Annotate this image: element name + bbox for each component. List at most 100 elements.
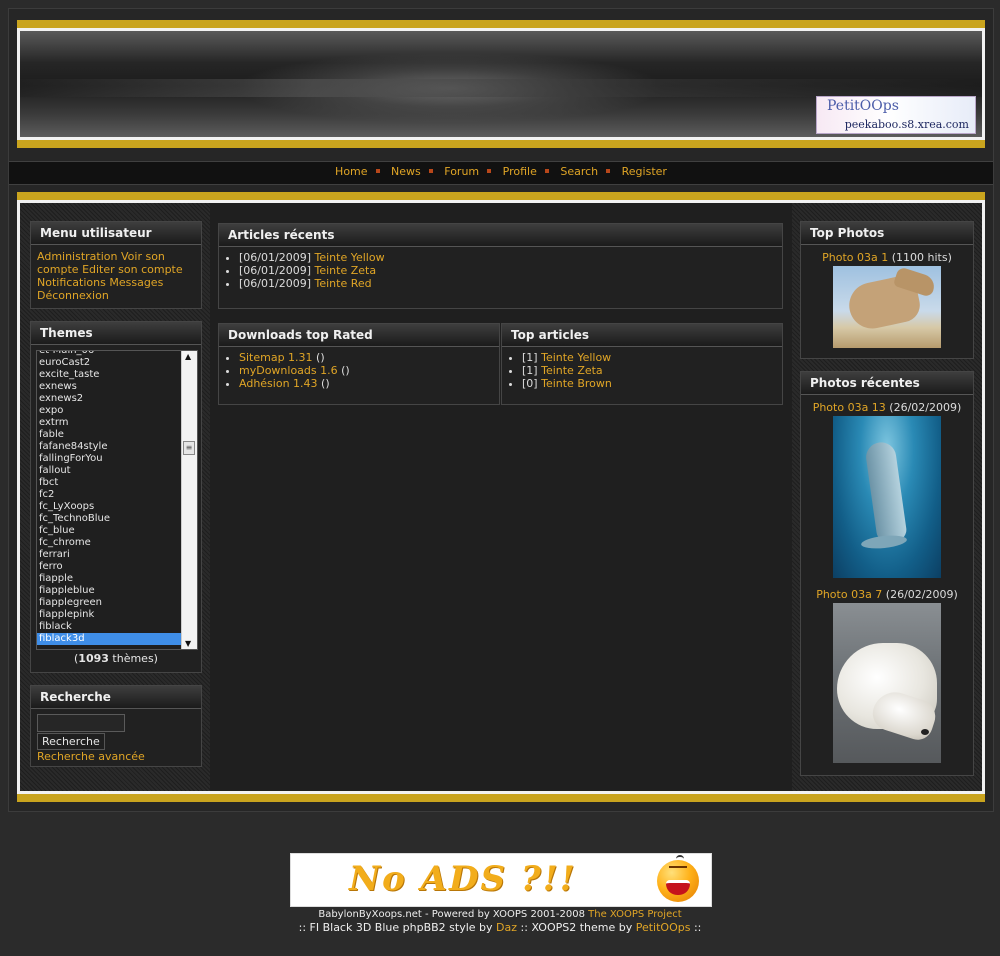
theme-option[interactable]: fafane84style	[37, 441, 181, 453]
theme-option[interactable]: euroCast2	[37, 357, 181, 369]
article-link[interactable]: Teinte Brown	[541, 377, 612, 390]
theme-option[interactable]: fc_LyXoops	[37, 501, 181, 513]
theme-option[interactable]: fable	[37, 429, 181, 441]
photo-caption: Photo 03a 7 (26/02/2009)	[801, 588, 973, 602]
download-link[interactable]: Sitemap 1.31	[239, 351, 313, 364]
photo-link[interactable]: Photo 03a 7	[816, 588, 882, 601]
page-wrapper: PetitOOps peekaboo.s8.xrea.com Home News…	[8, 8, 994, 812]
theme-option[interactable]: exnews2	[37, 393, 181, 405]
theme-option[interactable]: fiapplegreen	[37, 597, 181, 609]
footer-theme-credits: :: FI Black 3D Blue phpBB2 style by Daz …	[0, 921, 1000, 934]
theme-option[interactable]: fc_chrome	[37, 537, 181, 549]
download-link[interactable]: myDownloads 1.6	[239, 364, 338, 377]
article-date: [06/01/2009]	[239, 251, 311, 264]
theme-option[interactable]: fc2	[37, 489, 181, 501]
nav-separator-icon	[487, 169, 492, 173]
theme-option[interactable]: fc_TechnoBlue	[37, 513, 181, 525]
article-hits: [1]	[522, 364, 538, 377]
theme-option[interactable]: fiappleblue	[37, 585, 181, 597]
scroll-thumb[interactable]: ≡	[183, 441, 195, 455]
nav-forum[interactable]: Forum	[444, 162, 479, 182]
theme-option[interactable]: fiblack	[37, 621, 181, 633]
dolphin-photo-thumbnail[interactable]	[833, 416, 941, 578]
theme-option[interactable]: exnews	[37, 381, 181, 393]
nav-register[interactable]: Register	[622, 162, 667, 182]
downloads-title: Downloads top Rated	[219, 324, 499, 347]
theme-count-label: thèmes)	[108, 652, 158, 665]
photo-entry: Photo 03a 1 (1100 hits)	[801, 251, 973, 348]
article-link[interactable]: Teinte Yellow	[314, 251, 384, 264]
theme-option[interactable]: fiapple	[37, 573, 181, 585]
theme-option[interactable]: extrm	[37, 417, 181, 429]
nav-profile[interactable]: Profile	[503, 162, 537, 182]
article-link[interactable]: Teinte Red	[314, 277, 371, 290]
download-link[interactable]: Adhésion 1.43	[239, 377, 318, 390]
menu-link-messages[interactable]: Messages	[109, 276, 163, 289]
list-item: [06/01/2009] Teinte Zeta	[239, 264, 782, 277]
menu-link-editer-compte[interactable]: Editer son compte	[82, 263, 183, 276]
downloads-top-rated-block: Downloads top Rated Sitemap 1.31 () myDo…	[218, 323, 500, 405]
theme-list-scrollbar[interactable]: ▲ ≡ ▼	[181, 351, 197, 649]
theme-option[interactable]: excite_taste	[37, 369, 181, 381]
recent-articles-list: [06/01/2009] Teinte Yellow [06/01/2009] …	[219, 251, 782, 290]
xoops-project-link[interactable]: The XOOPS Project	[588, 909, 682, 920]
list-item: [1] Teinte Zeta	[522, 364, 782, 377]
list-item: Adhésion 1.43 ()	[239, 377, 499, 390]
scroll-down-arrow-icon[interactable]: ▼	[185, 639, 191, 648]
nav-separator-icon	[428, 169, 433, 173]
center-column: Articles récents [06/01/2009] Teinte Yel…	[210, 203, 792, 791]
advanced-search-link[interactable]: Recherche avancée	[37, 750, 145, 763]
theme-option[interactable]: expo	[37, 405, 181, 417]
main-nav: Home News Forum Profile Search Register	[9, 161, 993, 185]
theme-select-list[interactable]: et-Main_06 euroCast2 excite_taste exnews exn…	[36, 350, 198, 650]
logo-title: PetitOOps	[827, 98, 899, 114]
nav-news[interactable]: News	[391, 162, 421, 182]
recent-photos-block: Photos récentes Photo 03a 13 (26/02/2009…	[800, 371, 974, 776]
list-item: [1] Teinte Yellow	[522, 351, 782, 364]
download-rating: ()	[317, 377, 330, 390]
polar-bear-photo-thumbnail[interactable]	[833, 603, 941, 763]
footer-theme-credit: :: XOOPS2 theme by	[517, 921, 636, 934]
petitoops-link[interactable]: PetitOOps	[636, 921, 691, 934]
menu-link-notifications[interactable]: Notifications	[37, 276, 106, 289]
list-item: [0] Teinte Brown	[522, 377, 782, 390]
footer-style-credit: :: FI Black 3D Blue phpBB2 style by	[298, 921, 497, 934]
footer-end: ::	[690, 921, 702, 934]
theme-option[interactable]: fiblack3d	[37, 633, 181, 645]
theme-count-number: 1093	[78, 652, 109, 665]
search-block: Recherche Recherche Recherche avancée	[30, 685, 202, 767]
photo-link[interactable]: Photo 03a 13	[813, 401, 886, 414]
search-block-title: Recherche	[31, 686, 201, 709]
theme-option[interactable]: ferro	[37, 561, 181, 573]
left-column: Menu utilisateur Administration Voir son…	[20, 203, 210, 791]
article-link[interactable]: Teinte Zeta	[541, 364, 603, 377]
nav-separator-icon	[544, 169, 549, 173]
theme-option[interactable]: fiapplepink	[37, 609, 181, 621]
nav-search[interactable]: Search	[560, 162, 598, 182]
theme-option[interactable]: fallout	[37, 465, 181, 477]
theme-option[interactable]: fbct	[37, 477, 181, 489]
list-item: [06/01/2009] Teinte Red	[239, 277, 782, 290]
article-link[interactable]: Teinte Yellow	[541, 351, 611, 364]
theme-option[interactable]: et-Main_06	[37, 351, 181, 357]
shocked-smiley-icon	[657, 860, 699, 902]
theme-option[interactable]: fc_blue	[37, 525, 181, 537]
search-button[interactable]: Recherche	[37, 733, 105, 750]
scroll-up-arrow-icon[interactable]: ▲	[185, 352, 191, 361]
right-column: Top Photos Photo 03a 1 (1100 hits) Photo…	[792, 203, 982, 791]
site-logo[interactable]: PetitOOps peekaboo.s8.xrea.com	[816, 96, 976, 134]
photo-link[interactable]: Photo 03a 1	[822, 251, 888, 264]
user-menu-block: Menu utilisateur Administration Voir son…	[30, 221, 202, 309]
download-rating: ()	[312, 351, 325, 364]
theme-option[interactable]: ferrari	[37, 549, 181, 561]
menu-link-administration[interactable]: Administration	[37, 250, 118, 263]
theme-option[interactable]: fallingForYou	[37, 453, 181, 465]
search-input[interactable]	[37, 714, 125, 732]
daz-link[interactable]: Daz	[496, 921, 517, 934]
nav-home[interactable]: Home	[335, 162, 367, 182]
menu-link-deconnexion[interactable]: Déconnexion	[37, 289, 109, 302]
no-ads-banner[interactable]: No ADS ?!!	[290, 853, 712, 907]
camel-photo-thumbnail[interactable]	[833, 266, 941, 348]
article-link[interactable]: Teinte Zeta	[314, 264, 376, 277]
top-photos-title: Top Photos	[801, 222, 973, 245]
